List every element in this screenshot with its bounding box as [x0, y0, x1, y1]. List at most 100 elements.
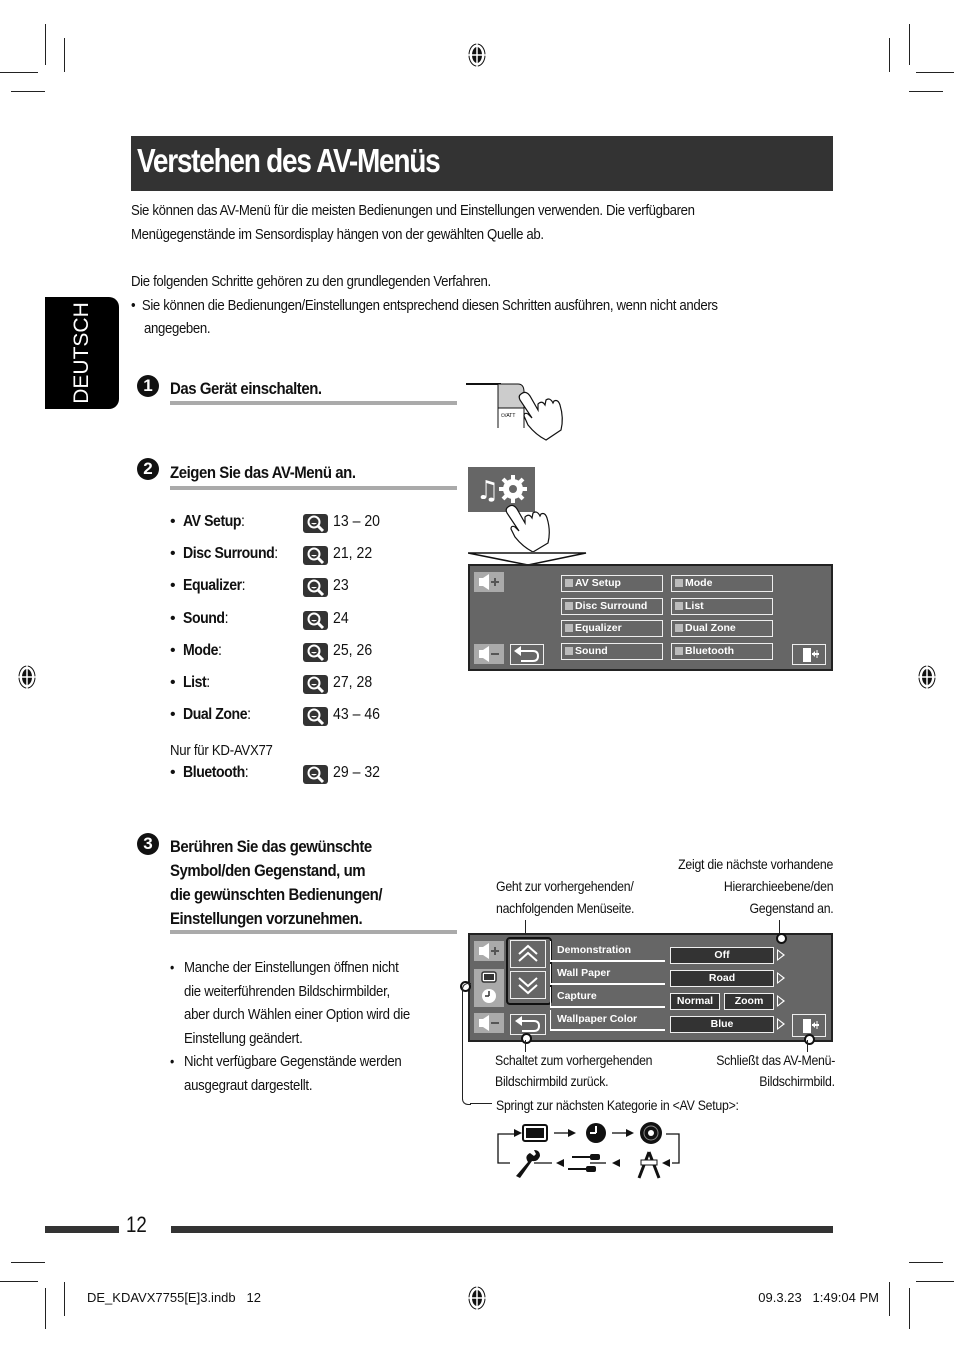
- callout-page-nav: Geht zur vorhergehenden/: [496, 878, 634, 894]
- setting-option-button[interactable]: Zoom: [724, 993, 774, 1010]
- menu-item-icon: [565, 646, 573, 655]
- crop-mark: [909, 1288, 910, 1329]
- magnifier-icon: [303, 765, 328, 784]
- menu-item-mode[interactable]: Mode: [671, 575, 773, 592]
- crop-mark: [11, 91, 45, 92]
- next-level-arrow-icon[interactable]: [777, 1018, 785, 1030]
- registration-mark-icon: [16, 664, 38, 690]
- print-timestamp: 09.3.23 1:49:04 PM: [758, 1290, 879, 1305]
- bullet: •: [170, 959, 175, 975]
- magnifier-icon: [303, 610, 328, 630]
- intro-text: Die folgenden Schritte gehören zu den gr…: [131, 273, 491, 290]
- volume-up-icon: [479, 943, 499, 959]
- menu-item-av-setup[interactable]: AV Setup: [561, 575, 663, 592]
- callout-bracket: [462, 983, 471, 1105]
- step-heading: Symbol/den Gegenstand, um: [170, 861, 366, 880]
- setting-option-button[interactable]: Normal: [670, 993, 720, 1010]
- intro-bullet-continued: angegeben.: [144, 320, 211, 337]
- step-heading: Einstellungen vorzunehmen.: [170, 909, 363, 928]
- reference-label: Bluetooth:: [183, 764, 249, 781]
- menu-item-list[interactable]: List: [671, 597, 773, 615]
- page-down-button[interactable]: [510, 971, 546, 999]
- callout-back: Schaltet zum vorhergehenden: [495, 1052, 653, 1068]
- av-menu-screen: AV Setup Disc Surround Equalizer Sound Mode…: [468, 564, 833, 671]
- heading-rule: [170, 401, 457, 405]
- back-button[interactable]: [510, 1014, 546, 1035]
- menu-item-label: Dual Zone: [685, 622, 736, 634]
- magnifier-icon: [303, 675, 328, 694]
- magnifier-icon: [303, 514, 328, 533]
- setting-label[interactable]: Wallpaper Color: [550, 1010, 665, 1031]
- menu-item-icon: [565, 624, 573, 632]
- av-menu-button-illustration: ♫: [468, 467, 550, 552]
- setting-value-button[interactable]: Blue: [670, 1016, 774, 1033]
- heading-rule: [170, 930, 457, 934]
- setting-value-button[interactable]: Road: [670, 970, 774, 987]
- setting-label[interactable]: Capture: [550, 987, 665, 1008]
- category-cycle-diagram: [497, 1122, 680, 1179]
- setting-value-button[interactable]: Off: [670, 947, 774, 964]
- exit-door-icon: [803, 1019, 819, 1033]
- callout-page-nav: nachfolgenden Menüseite.: [496, 900, 635, 916]
- volume-up-button[interactable]: [474, 572, 504, 592]
- reference-label: List:: [183, 674, 210, 691]
- volume-down-button[interactable]: [474, 1013, 504, 1033]
- volume-up-button[interactable]: [474, 941, 504, 961]
- menu-item-equalizer[interactable]: Equalizer: [561, 620, 663, 637]
- intro-bullet: • Sie können die Bedienungen/Einstellung…: [131, 297, 718, 314]
- volume-down-icon: [479, 1015, 499, 1031]
- note-text: Nicht verfügbare Gegenstände werden: [184, 1053, 402, 1071]
- menu-item-icon: [675, 601, 683, 610]
- menu-item-sound[interactable]: Sound: [561, 642, 663, 660]
- crop-mark: [909, 24, 910, 65]
- back-button[interactable]: [510, 644, 544, 665]
- footer-bar-right: [171, 1226, 833, 1233]
- reference-pages: 27, 28: [333, 674, 373, 691]
- crop-mark: [64, 38, 65, 72]
- display-icon: [522, 1124, 548, 1142]
- av-setup-screen: Demonstration Off Wall Paper Road Capture Nor…: [460, 933, 833, 1045]
- registration-mark-icon: [916, 664, 938, 690]
- crop-mark: [916, 72, 954, 73]
- next-level-arrow-icon[interactable]: [777, 995, 785, 1007]
- menu-item-bluetooth[interactable]: Bluetooth: [671, 642, 773, 660]
- page-up-button[interactable]: [510, 940, 546, 968]
- bullet: •: [170, 641, 176, 659]
- intro-text: Menügegenstände im Sensordisplay hängen …: [131, 226, 544, 243]
- setting-label[interactable]: Wall Paper: [550, 964, 665, 985]
- volume-down-button[interactable]: [474, 644, 504, 664]
- menu-item-icon: [565, 601, 573, 610]
- heading-rule: [170, 486, 457, 490]
- crop-mark: [916, 1281, 954, 1282]
- double-chevron-down-icon: [518, 977, 538, 995]
- gear-icon: [499, 475, 527, 503]
- file-info: DE_KDAVX7755[E]3.indb 12: [87, 1290, 261, 1305]
- next-level-arrow-icon[interactable]: [777, 949, 785, 961]
- callout-next-level: Zeigt die nächste vorhandene: [678, 856, 833, 872]
- menu-item-label: Mode: [685, 577, 713, 589]
- callout-dot: [776, 933, 787, 944]
- menu-item-icon: [565, 579, 573, 587]
- menu-item-dual-zone[interactable]: Dual Zone: [671, 620, 773, 637]
- reference-item: • Equalizer: 23: [170, 577, 410, 599]
- reference-item: • Bluetooth: 29 – 32: [170, 764, 410, 786]
- crop-mark: [909, 1262, 943, 1263]
- exit-menu-button[interactable]: [792, 644, 826, 665]
- intro-text: Sie können das AV-Menü für die meisten B…: [131, 202, 695, 219]
- note-text: aber durch Wählen einer Option wird die: [184, 1006, 410, 1024]
- callout-next-level: Gegenstand an.: [749, 900, 833, 916]
- callout-next-level: Hierarchieebene/den: [723, 878, 834, 894]
- bullet: •: [170, 577, 176, 595]
- reference-pages: 24: [333, 609, 349, 627]
- setting-label[interactable]: Demonstration: [550, 941, 665, 962]
- step-heading: Das Gerät einschalten.: [170, 379, 322, 398]
- next-level-arrow-icon[interactable]: [777, 972, 785, 984]
- note-text: Einstellung geändert.: [184, 1029, 303, 1047]
- category-jump-button[interactable]: [474, 969, 504, 1007]
- menu-item-label: Disc Surround: [575, 599, 648, 612]
- callout-category: Springt zur nächsten Kategorie in <AV Se…: [496, 1097, 739, 1113]
- reference-label: Equalizer:: [183, 577, 246, 595]
- power-att-label: ⏻/ATT: [501, 413, 515, 419]
- menu-item-disc-surround[interactable]: Disc Surround: [561, 597, 663, 615]
- callout-dot: [521, 1033, 532, 1044]
